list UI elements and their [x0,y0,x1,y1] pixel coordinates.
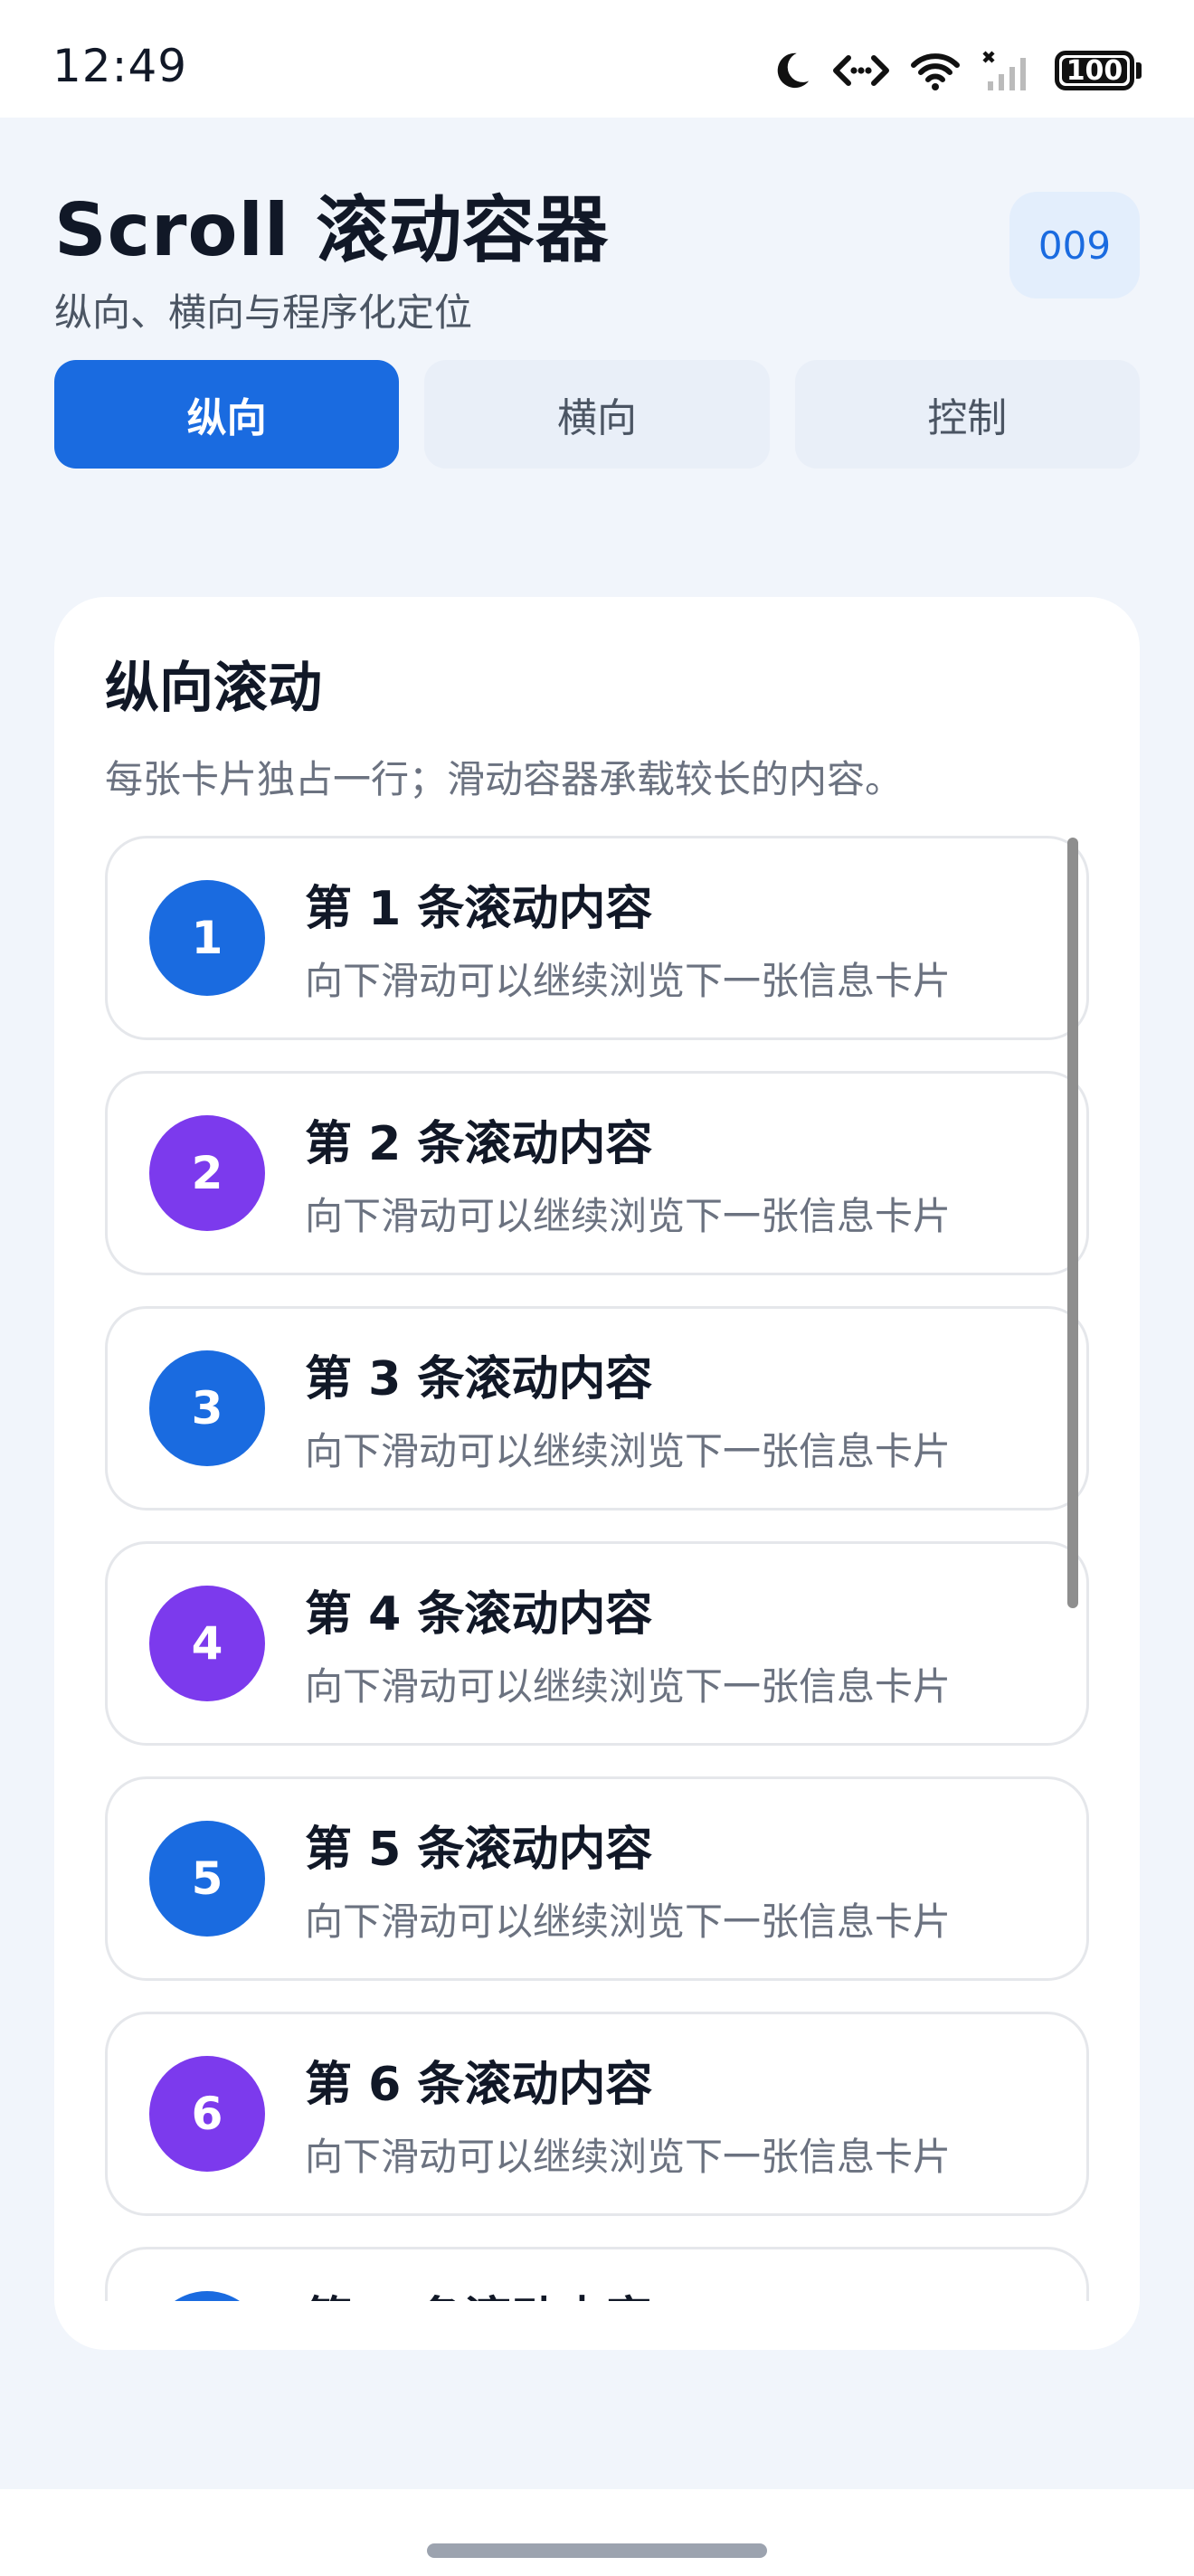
item-text: 第 4 条滚动内容向下滑动可以继续浏览下一张信息卡片 [305,1576,951,1711]
list-item[interactable]: 6 第 6 条滚动内容向下滑动可以继续浏览下一张信息卡片 [105,2012,1089,2216]
scrollbar-thumb[interactable] [1067,838,1078,1608]
moon-icon [771,50,812,91]
item-subtitle: 向下滑动可以继续浏览下一张信息卡片 [305,2135,952,2179]
item-number-badge: 1 [149,880,265,996]
page-header: Scroll 滚动容器 纵向、横向与程序化定位 009 [54,172,1140,337]
tab-vertical[interactable]: 纵向 [54,360,400,469]
list-item[interactable]: 1 第 1 条滚动内容向下滑动可以继续浏览下一张信息卡片 [105,836,1089,1040]
tab-horizontal[interactable]: 横向 [424,360,770,469]
list-item[interactable]: 4 第 4 条滚动内容向下滑动可以继续浏览下一张信息卡片 [105,1541,1089,1746]
item-text: 第 1 条滚动内容向下滑动可以继续浏览下一张信息卡片 [305,870,951,1006]
item-number-badge: 7 [149,2291,265,2301]
status-time: 12:49 [52,40,188,92]
item-text: 第 5 条滚动内容向下滑动可以继续浏览下一张信息卡片 [305,1811,951,1946]
item-title: 第 4 条滚动内容 [305,1587,653,1642]
item-title: 第 5 条滚动内容 [305,1823,653,1877]
item-number-badge: 4 [149,1586,265,1701]
item-subtitle: 向下滑动可以继续浏览下一张信息卡片 [305,959,952,1003]
home-indicator[interactable] [427,2543,767,2558]
item-text: 第 3 条滚动内容向下滑动可以继续浏览下一张信息卡片 [305,1340,951,1476]
item-text: 第 2 条滚动内容向下滑动可以继续浏览下一张信息卡片 [305,1105,951,1241]
list-item[interactable]: 7 第 7 条滚动内容向下滑动可以继续浏览下一张信息卡片 [105,2247,1089,2301]
item-subtitle: 向下滑动可以继续浏览下一张信息卡片 [305,1429,952,1473]
item-number-badge: 5 [149,1821,265,1937]
page-subtitle: 纵向、横向与程序化定位 [54,290,473,335]
item-title: 第 3 条滚动内容 [305,1352,653,1406]
signal-icon [981,49,1035,92]
card-description: 每张卡片独占一行；滑动容器承载较长的内容。 [105,757,904,801]
vertical-scroll-card: 纵向滚动 每张卡片独占一行；滑动容器承载较长的内容。 1 第 1 条滚动内容向下滑… [54,597,1140,2350]
status-icons: 100 [771,45,1142,96]
page-title: Scroll 滚动容器 [54,188,610,272]
item-number-badge: 2 [149,1115,265,1231]
item-text: 第 6 条滚动内容向下滑动可以继续浏览下一张信息卡片 [305,2046,951,2182]
wifi-icon [910,51,961,90]
list-item[interactable]: 5 第 5 条滚动内容向下滑动可以继续浏览下一张信息卡片 [105,1776,1089,1981]
scroll-container[interactable]: 1第 1 条滚动内容 向下滑动可以继续浏览下一张信息卡片 2 第 2 条滚动内容 向下滑… [105,836,1089,2301]
item-subtitle: 向下滑动可以继续浏览下一张信息卡片 [305,1664,952,1709]
item-title: 第 2 条滚动内容 [305,1117,653,1171]
list-item[interactable]: 2 第 2 条滚动内容向下滑动可以继续浏览下一张信息卡片 [105,1071,1089,1275]
battery-level: 100 [1066,54,1123,87]
navigation-bar [0,2489,1194,2576]
tab-bar: 纵向 横向 控制 [54,360,1140,469]
item-title: 第 1 条滚动内容 [305,882,653,936]
item-number-badge: 6 [149,2056,265,2172]
item-subtitle: 向下滑动可以继续浏览下一张信息卡片 [305,1899,952,1944]
scroll-list: 1第 1 条滚动内容 向下滑动可以继续浏览下一张信息卡片 2 第 2 条滚动内容 向下滑… [105,836,1089,2301]
item-title: 第 7 条滚动内容 [305,2281,951,2301]
battery-icon: 100 [1055,51,1142,90]
tab-control[interactable]: 控制 [794,360,1140,469]
card-title: 纵向滚动 [105,657,322,720]
page-number-badge: 009 [1009,192,1140,298]
item-number-badge: 3 [149,1350,265,1466]
item-text: 第 7 条滚动内容向下滑动可以继续浏览下一张信息卡片 [305,2281,951,2301]
code-icon [832,52,890,89]
status-bar: 12:49 100 [0,0,1194,118]
item-title: 第 6 条滚动内容 [305,2058,653,2112]
item-subtitle: 向下滑动可以继续浏览下一张信息卡片 [305,1194,952,1238]
list-item[interactable]: 3 第 3 条滚动内容向下滑动可以继续浏览下一张信息卡片 [105,1306,1089,1511]
